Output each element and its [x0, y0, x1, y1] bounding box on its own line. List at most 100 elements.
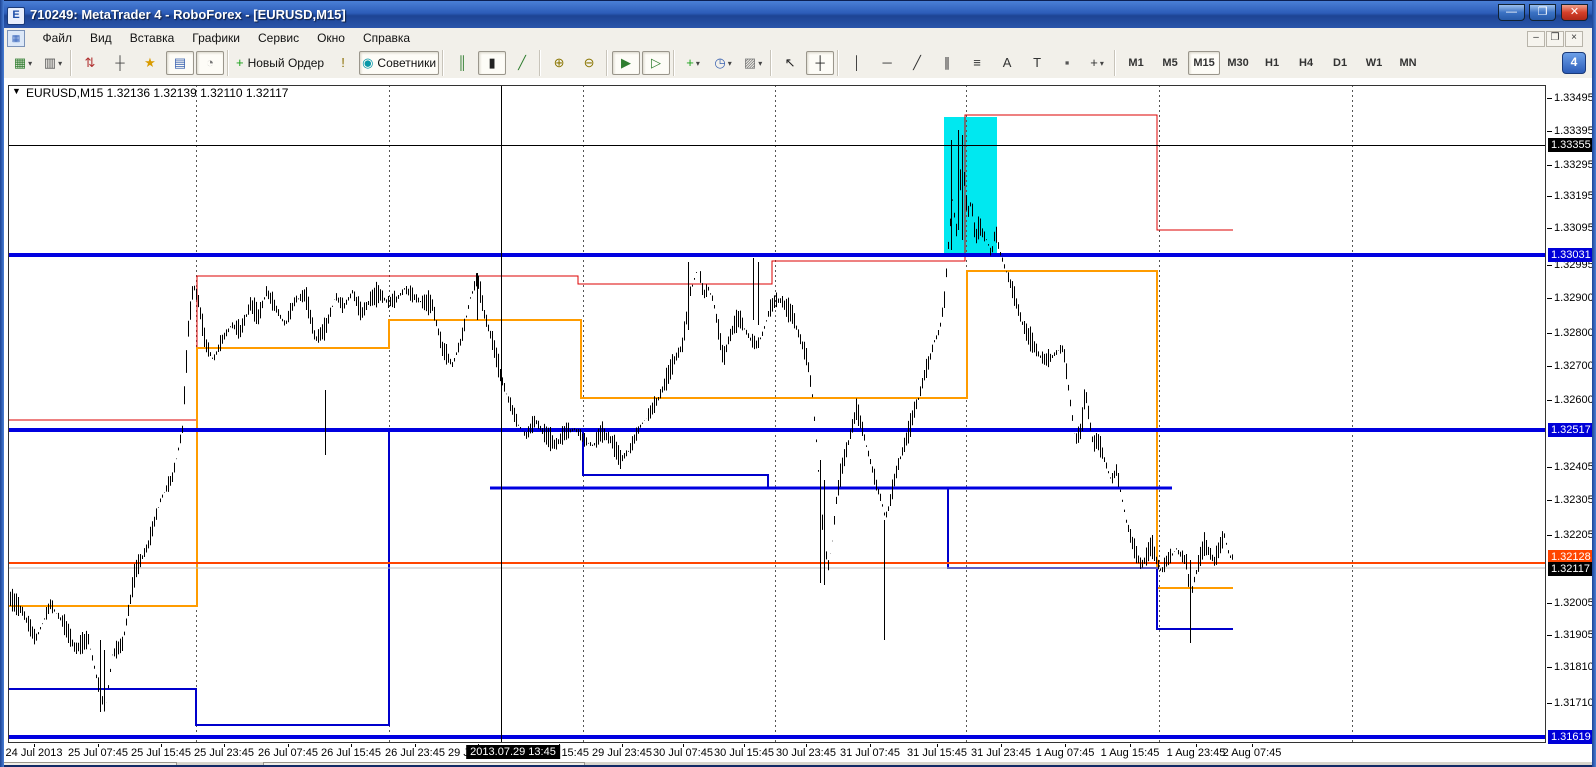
plot-border — [8, 85, 1546, 743]
fibonacci-tool-button[interactable]: ≡ — [963, 51, 991, 75]
trendline-tool-button[interactable]: ╱ — [903, 51, 931, 75]
cursor-tool-button[interactable]: ↖ — [776, 51, 804, 75]
menu-item-графики[interactable]: Графики — [183, 28, 249, 48]
tf-m5-button[interactable]: M5 — [1154, 51, 1186, 75]
price-marker-1.32517: 1.32517 — [1548, 423, 1594, 437]
bar-chart-mode-button[interactable]: ║ — [448, 51, 476, 75]
toolbar-group: │ ─ ╱ ∥ ≡ A T ▪ + ▾ — [838, 50, 1115, 76]
tf-m1-button[interactable]: M1 — [1120, 51, 1152, 75]
menu-item-сервис[interactable]: Сервис — [249, 28, 308, 48]
data-window-icon: ┼ — [115, 55, 125, 70]
child-restore-button[interactable]: ❐ — [1546, 31, 1564, 47]
minimize-button[interactable]: — — [1498, 4, 1525, 21]
child-close-button[interactable]: × — [1565, 31, 1583, 47]
indicators-list-dropdown-icon: ▾ — [695, 58, 700, 68]
price-marker-1.33355: 1.33355 — [1548, 138, 1594, 152]
horizontal-line-tool-button[interactable]: ─ — [873, 51, 901, 75]
market-watch-button[interactable]: ⇅ — [76, 51, 104, 75]
important-button[interactable]: ! — [329, 51, 357, 75]
templates-icon: ▨ — [743, 55, 757, 70]
strategy-tester-icon: ◔ — [206, 55, 214, 70]
symbol-ohlc-label: EURUSD,M15 1.32136 1.32139 1.32110 1.321… — [26, 86, 289, 100]
time-label: 1 Aug 07:45 — [1035, 747, 1095, 759]
window-frame-right — [1592, 0, 1596, 767]
blue-step-line[interactable] — [8, 429, 1233, 726]
price-tick: 1.33095 — [1547, 222, 1594, 234]
vertical-line-tool-button[interactable]: │ — [843, 51, 871, 75]
time-label: 26 Jul 23:45 — [385, 747, 445, 759]
tf-mn-button[interactable]: MN — [1392, 51, 1424, 75]
chart-plot[interactable] — [8, 85, 1546, 743]
toolbar-group: M1 M5 M15 M30 H1 H4 D1 W1 MN — [1115, 50, 1428, 76]
price-tick: 1.33195 — [1547, 190, 1594, 202]
chart-child-icon[interactable]: ▦ — [7, 30, 25, 47]
navigator-button[interactable]: ★ — [136, 51, 164, 75]
toolbar-group: ▶ ▷ — [607, 50, 674, 76]
red-step-line[interactable] — [8, 114, 1233, 421]
orange-step-line[interactable] — [8, 270, 1233, 607]
arrows-tool-button[interactable]: + ▾ — [1083, 51, 1111, 75]
vertical-line-tool-icon: │ — [852, 55, 862, 70]
strategy-tester-button[interactable]: ◔ — [196, 51, 224, 75]
zoom-out-button[interactable]: ⊖ — [575, 51, 603, 75]
tf-h1-button[interactable]: H1 — [1256, 51, 1288, 75]
time-axis[interactable]: 24 Jul 2013 25 Jul 07:45 25 Jul 15:45 25 Ju… — [6, 744, 1546, 762]
expert-advisors-button[interactable]: ◉ Советники — [359, 51, 440, 75]
tf-w1-button[interactable]: W1 — [1358, 51, 1390, 75]
price-tick: 1.32900 — [1547, 292, 1594, 304]
title-bar[interactable]: E 710249: MetaTrader 4 - RoboForex - [EU… — [0, 0, 1596, 28]
time-label: 26 Jul 07:45 — [258, 747, 318, 759]
time-label: 2 Aug 07:45 — [1222, 747, 1282, 759]
price-tick: 1.33295 — [1547, 159, 1594, 171]
templates-button[interactable]: ▨ ▾ — [739, 51, 767, 75]
menu-item-вид[interactable]: Вид — [81, 28, 121, 48]
price-tick: 1.33495 — [1547, 92, 1594, 104]
close-button[interactable]: ✕ — [1561, 4, 1588, 21]
toolbar: ▦ ▾ ▥ ▾ ⇅ ┼ ★ ▤ ◔ + Новый Ордер! ◉ Советники ║ ▮ ╱ ⊕ ⊖ ▶ ▷ +… — [1, 48, 1595, 79]
time-label: 30 Jul 15:45 — [714, 747, 774, 759]
tf-h4-button[interactable]: H4 — [1290, 51, 1322, 75]
crosshair-tool-button[interactable]: ┼ — [806, 51, 835, 75]
tf-m15-button[interactable]: M15 — [1188, 51, 1221, 75]
window-title: 710249: MetaTrader 4 - RoboForex - [EURU… — [30, 7, 346, 22]
tf-m30-button[interactable]: M30 — [1222, 51, 1254, 75]
tf-d1-button[interactable]: D1 — [1324, 51, 1356, 75]
price-tick: 1.32600 — [1547, 394, 1594, 406]
text-tool-button[interactable]: A — [993, 51, 1021, 75]
time-label: 30 Jul 23:45 — [776, 747, 836, 759]
profiles-button[interactable]: ▥ ▾ — [39, 51, 67, 75]
data-window-button[interactable]: ┼ — [106, 51, 134, 75]
channel-tool-icon: ∥ — [943, 55, 951, 70]
zoom-in-button[interactable]: ⊕ — [545, 51, 573, 75]
child-minimize-button[interactable]: – — [1527, 31, 1545, 47]
notification-bubble-icon[interactable]: 4 — [1562, 52, 1586, 74]
auto-scroll-button[interactable]: ▶ — [612, 51, 641, 75]
maximize-button[interactable]: ❐ — [1529, 4, 1556, 21]
channel-tool-button[interactable]: ∥ — [933, 51, 961, 75]
indicators-list-button[interactable]: + ▾ — [679, 51, 707, 75]
indicators-list-icon: + — [686, 55, 694, 70]
expert-advisors-label: Советники — [377, 56, 437, 70]
chart-shift-button[interactable]: ▷ — [642, 51, 671, 75]
one-click-trading-arrow[interactable]: ▼ — [12, 86, 21, 96]
periods-button[interactable]: ◷ ▾ — [709, 51, 737, 75]
price-axis[interactable]: 1.33495 1.33395 1.33295 1.33195 1.33095 1.329… — [1547, 85, 1596, 744]
new-chart-button[interactable]: ▦ ▾ — [9, 51, 37, 75]
price-tick: 1.31905 — [1547, 629, 1594, 641]
time-label: 1 Aug 15:45 — [1100, 747, 1160, 759]
menu-item-справка[interactable]: Справка — [354, 28, 419, 48]
line-chart-mode-button[interactable]: ╱ — [508, 51, 536, 75]
candlestick-mode-button[interactable]: ▮ — [478, 51, 507, 75]
horizontal-line-tool-icon: ─ — [882, 55, 892, 70]
terminal-button[interactable]: ▤ — [166, 51, 194, 75]
menu-item-окно[interactable]: Окно — [308, 28, 354, 48]
menu-item-файл[interactable]: Файл — [33, 28, 81, 48]
menu-item-вставка[interactable]: Вставка — [121, 28, 184, 48]
time-label: 25 Jul 15:45 — [131, 747, 191, 759]
label-tool-button[interactable]: T — [1023, 51, 1051, 75]
shapes-tool-button[interactable]: ▪ — [1053, 51, 1081, 75]
toolbar-group: + Новый Ордер! ◉ Советники — [228, 50, 443, 76]
price-marker-1.31619: 1.31619 — [1548, 730, 1594, 744]
periods-dropdown-icon: ▾ — [727, 58, 732, 68]
new-order-button[interactable]: + Новый Ордер — [233, 51, 327, 75]
